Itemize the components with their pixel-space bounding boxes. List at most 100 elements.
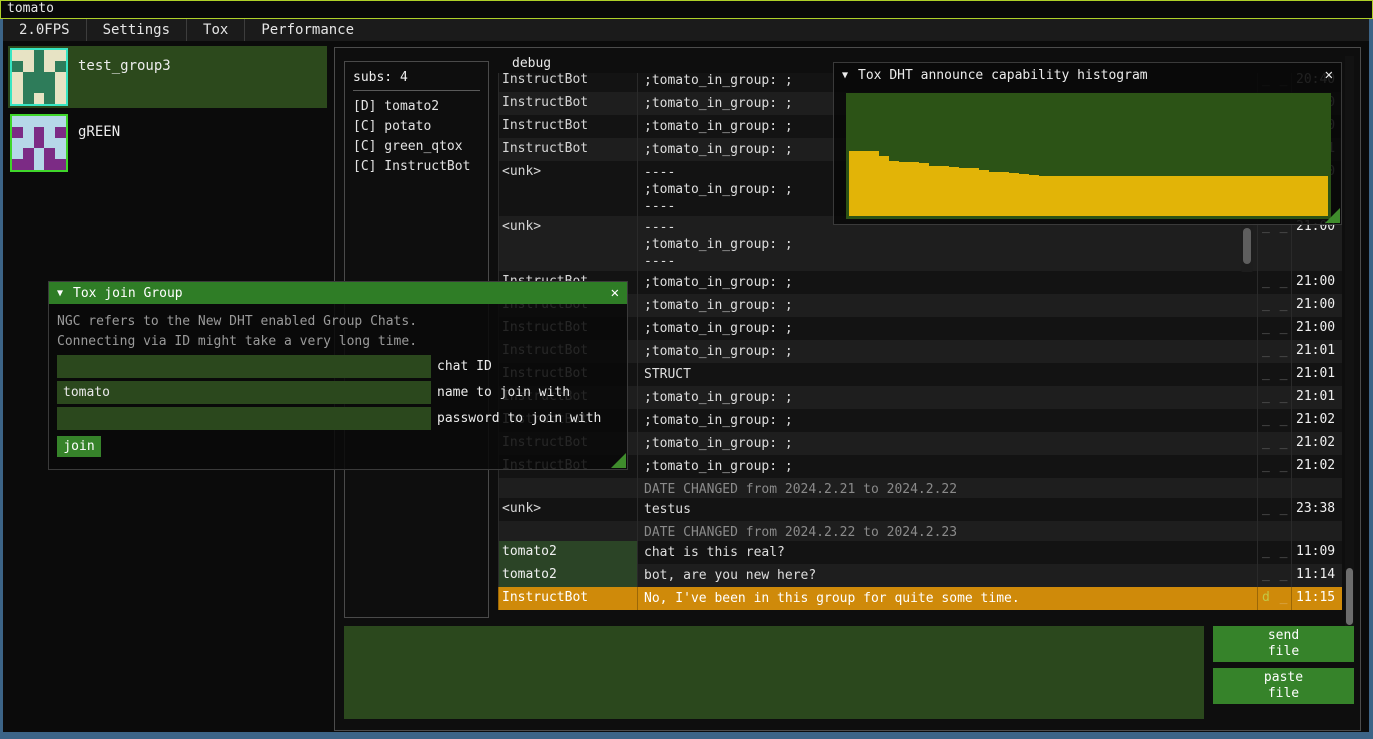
collapse-arrow-icon[interactable]: ▼ bbox=[57, 288, 63, 299]
histogram-bin bbox=[1228, 176, 1238, 216]
flag-char: _ bbox=[1271, 274, 1289, 289]
message-text: ;tomato_in_group: ; bbox=[638, 340, 1258, 363]
message-scrollbar-thumb[interactable] bbox=[1243, 228, 1251, 264]
histogram-bin bbox=[1139, 176, 1149, 216]
histogram-bin bbox=[1218, 176, 1228, 216]
avatar-pixel bbox=[34, 93, 45, 104]
sender-name: InstructBot bbox=[498, 587, 638, 610]
message-time: 21:02 bbox=[1292, 455, 1342, 478]
close-icon[interactable]: ✕ bbox=[1325, 67, 1333, 83]
window-border-bottom bbox=[0, 732, 1373, 739]
avatar-pixel bbox=[55, 50, 66, 61]
sender-name bbox=[498, 521, 638, 541]
histogram-bin bbox=[879, 156, 889, 216]
message-line: ;tomato_in_group: ; bbox=[644, 236, 1257, 253]
menu-item-settings[interactable]: Settings bbox=[87, 19, 186, 41]
histogram-bin bbox=[1208, 176, 1218, 216]
chat-scrollbar-thumb[interactable] bbox=[1346, 568, 1353, 625]
avatar-pixel bbox=[44, 116, 55, 127]
histogram-bin bbox=[1089, 176, 1099, 216]
join-group-titlebar[interactable]: ▼ Tox join Group ✕ bbox=[49, 282, 627, 304]
histogram-bin bbox=[1079, 176, 1089, 216]
histogram-bin bbox=[859, 151, 869, 216]
avatar-pixel bbox=[55, 159, 66, 170]
histogram-bin bbox=[939, 166, 949, 216]
name-to-join-with-input[interactable] bbox=[57, 381, 431, 404]
member-item[interactable]: [C] green_qtox bbox=[353, 137, 480, 157]
histogram-bin bbox=[1009, 173, 1019, 216]
message-time: 21:02 bbox=[1292, 409, 1342, 432]
field-label: chat ID bbox=[437, 359, 492, 374]
close-icon[interactable]: ✕ bbox=[611, 285, 619, 301]
resize-grip[interactable] bbox=[611, 453, 626, 468]
message-text: ;tomato_in_group: ; bbox=[638, 432, 1258, 455]
flag-char: _ bbox=[1262, 501, 1271, 516]
dht-histogram-titlebar[interactable]: ▼ Tox DHT announce capability histogram … bbox=[834, 63, 1341, 87]
flag-char: _ bbox=[1271, 366, 1289, 381]
member-item[interactable]: [C] InstructBot bbox=[353, 157, 480, 177]
avatar-pixel bbox=[34, 138, 45, 149]
message-input[interactable] bbox=[344, 626, 1204, 719]
histogram-bin bbox=[979, 170, 989, 216]
avatar-pixel bbox=[34, 148, 45, 159]
menu-item-2-0fps[interactable]: 2.0FPS bbox=[3, 19, 86, 41]
window-border-right bbox=[1369, 19, 1373, 739]
group-name: gREEN bbox=[78, 124, 120, 172]
date-separator-row: DATE CHANGED from 2024.2.21 to 2024.2.22 bbox=[498, 478, 1342, 498]
message-text: ;tomato_in_group: ; bbox=[638, 386, 1258, 409]
members-count: subs: 4 bbox=[353, 70, 480, 85]
message-flags: _ _ bbox=[1258, 455, 1292, 478]
join-field-row: password to join with bbox=[57, 407, 619, 430]
sidebar-item-green[interactable]: gREEN bbox=[8, 112, 327, 174]
message-row[interactable]: tomato2bot, are you new here?_ _11:14 bbox=[498, 564, 1342, 587]
member-item[interactable]: [D] tomato2 bbox=[353, 97, 480, 117]
avatar-pixel bbox=[23, 116, 34, 127]
message-text: No, I've been in this group for quite so… bbox=[638, 587, 1258, 610]
message-text: chat is this real? bbox=[638, 541, 1258, 564]
avatar-pixel bbox=[55, 72, 66, 83]
member-item[interactable]: [C] potato bbox=[353, 117, 480, 137]
flag-char: _ bbox=[1271, 590, 1289, 605]
menu-item-tox[interactable]: Tox bbox=[187, 19, 244, 41]
histogram-bin bbox=[1188, 176, 1198, 216]
message-time: 11:15 bbox=[1292, 587, 1342, 610]
avatar-pixel bbox=[12, 61, 23, 72]
histogram-bin bbox=[1198, 176, 1208, 216]
message-flags: _ _ bbox=[1258, 317, 1292, 340]
password-to-join-with-input[interactable] bbox=[57, 407, 431, 430]
sidebar-item-test_group3[interactable]: test_group3 bbox=[8, 46, 327, 108]
flag-char: _ bbox=[1262, 274, 1271, 289]
paste-file-button[interactable]: paste file bbox=[1213, 668, 1354, 704]
message-flags: _ _ bbox=[1258, 340, 1292, 363]
join-button[interactable]: join bbox=[57, 436, 101, 457]
menu-item-performance[interactable]: Performance bbox=[245, 19, 370, 41]
message-row[interactable]: <unk>testus_ _23:38 bbox=[498, 498, 1342, 521]
avatar-pixel bbox=[12, 148, 23, 159]
histogram-bin bbox=[1049, 176, 1059, 216]
avatar-pixel bbox=[23, 159, 34, 170]
chat-id-input[interactable] bbox=[57, 355, 431, 378]
flag-char: _ bbox=[1262, 366, 1271, 381]
histogram-bin bbox=[1159, 176, 1169, 216]
sender-name: <unk> bbox=[498, 216, 638, 271]
field-label: name to join with bbox=[437, 385, 570, 400]
flag-char: _ bbox=[1271, 389, 1289, 404]
message-row[interactable]: InstructBotNo, I've been in this group f… bbox=[498, 587, 1342, 610]
message-scrollbar-track bbox=[1241, 223, 1253, 272]
avatar-pixel bbox=[44, 61, 55, 72]
message-row[interactable]: tomato2chat is this real?_ _11:09 bbox=[498, 541, 1342, 564]
message-time: 21:01 bbox=[1292, 386, 1342, 409]
join-group-title: Tox join Group bbox=[73, 286, 183, 301]
sender-name: InstructBot bbox=[498, 138, 638, 161]
flag-char: _ bbox=[1271, 544, 1289, 559]
message-text: ;tomato_in_group: ; bbox=[638, 294, 1258, 317]
avatar-pixel bbox=[23, 72, 34, 83]
message-flags: _ _ bbox=[1258, 409, 1292, 432]
collapse-arrow-icon[interactable]: ▼ bbox=[842, 70, 848, 81]
message-time: 21:00 bbox=[1292, 294, 1342, 317]
send-file-button[interactable]: send file bbox=[1213, 626, 1354, 662]
message-flags: _ _ bbox=[1258, 498, 1292, 521]
avatar-pixel bbox=[55, 93, 66, 104]
resize-grip[interactable] bbox=[1325, 208, 1340, 223]
window-titlebar[interactable]: tomato bbox=[0, 0, 1373, 19]
